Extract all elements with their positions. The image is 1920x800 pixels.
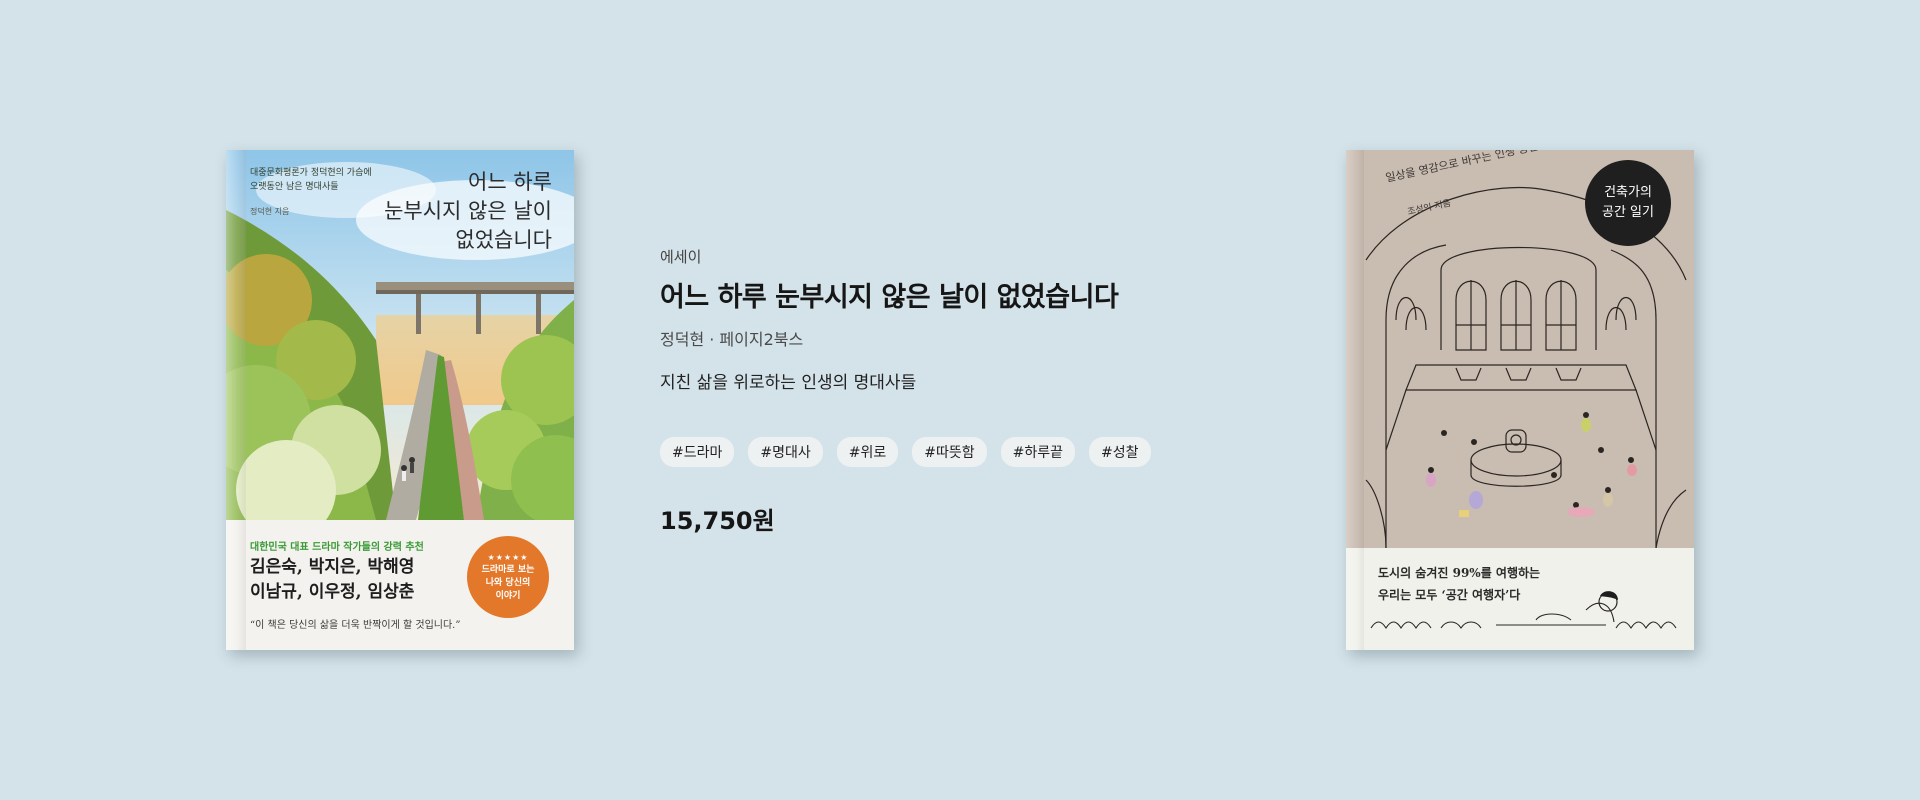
cover-teaser-line: 대중문화평론가 정덕현의 가슴에 (250, 168, 372, 178)
tag-chip[interactable]: #드라마 (660, 437, 735, 467)
tag-chip[interactable]: #명대사 (748, 437, 823, 467)
tag-list: #드라마 #명대사 #위로 #따뜻함 #하루끝 #성찰 (660, 437, 1180, 467)
book-price: 15,750원 (660, 507, 775, 535)
cover-photo-illustration: 대중문화평론가 정덕현의 가슴에 오랫동안 남은 명대사들 정덕현 지음 어느 … (226, 150, 574, 520)
badge-line: 이야기 (495, 591, 521, 601)
cover-title: 어느 하루 눈부시지 않은 날이 없었습니다 (384, 168, 552, 255)
cover-title-line: 건축가의 (1604, 185, 1652, 200)
badge-line: 나와 당신의 (485, 578, 531, 588)
cover-author: 정덕현 지음 (250, 207, 290, 216)
badge-line: 드라마로 보는 (481, 565, 535, 575)
book-subtitle: 지친 삶을 위로하는 인생의 명대사들 (660, 373, 917, 393)
book-title[interactable]: 어느 하루 눈부시지 않은 날이 없었습니다 (660, 275, 1180, 314)
book-cover-right[interactable]: 일상을 영감으로 바꾸는 인생 공간 조성익 지음 건축가의 공간 일기 도시의… (1346, 150, 1694, 650)
star-rating-icon: ★★★★★ (487, 553, 529, 562)
cover-names-line: 김은숙, 박지은, 박해영 (250, 557, 415, 577)
cover-quote: “이 책은 당신의 삶을 더욱 반짝이게 할 것입니다.” (250, 620, 461, 631)
cover-teaser-line: 오랫동안 남은 명대사들 (250, 182, 339, 192)
cover-title-line: 눈부시지 않은 날이 (384, 199, 552, 223)
cover-title-circle: 건축가의 공간 일기 (1585, 160, 1671, 246)
cover-badge: ★★★★★ 드라마로 보는 나와 당신의 이야기 (467, 536, 549, 618)
book-cover-left[interactable]: 대중문화평론가 정덕현의 가슴에 오랫동안 남은 명대사들 정덕현 지음 어느 … (226, 150, 574, 650)
tag-chip[interactable]: #위로 (836, 437, 899, 467)
cover-names-line: 이남규, 이우정, 임상춘 (250, 582, 415, 602)
book-category: 에세이 (660, 248, 702, 266)
cover-author-names: 김은숙, 박지은, 박해영 이남규, 이우정, 임상춘 (250, 555, 414, 605)
cover-title-line: 없었습니다 (455, 228, 552, 252)
tag-chip[interactable]: #성찰 (1089, 437, 1151, 467)
cover-title-line: 공간 일기 (1602, 205, 1654, 220)
cover-recommend-text: 대한민국 대표 드라마 작가들의 강력 추천 (250, 542, 424, 553)
book-info-panel: 에세이 어느 하루 눈부시지 않은 날이 없었습니다 정덕현 · 페이지2북스 … (660, 246, 1180, 536)
cover-title-line: 어느 하루 (468, 170, 552, 194)
book-author-publisher: 정덕현 · 페이지2북스 (660, 330, 804, 349)
tag-chip[interactable]: #따뜻함 (912, 437, 987, 467)
tag-chip[interactable]: #하루끝 (1000, 437, 1075, 467)
railing-doodle (1370, 591, 1677, 630)
